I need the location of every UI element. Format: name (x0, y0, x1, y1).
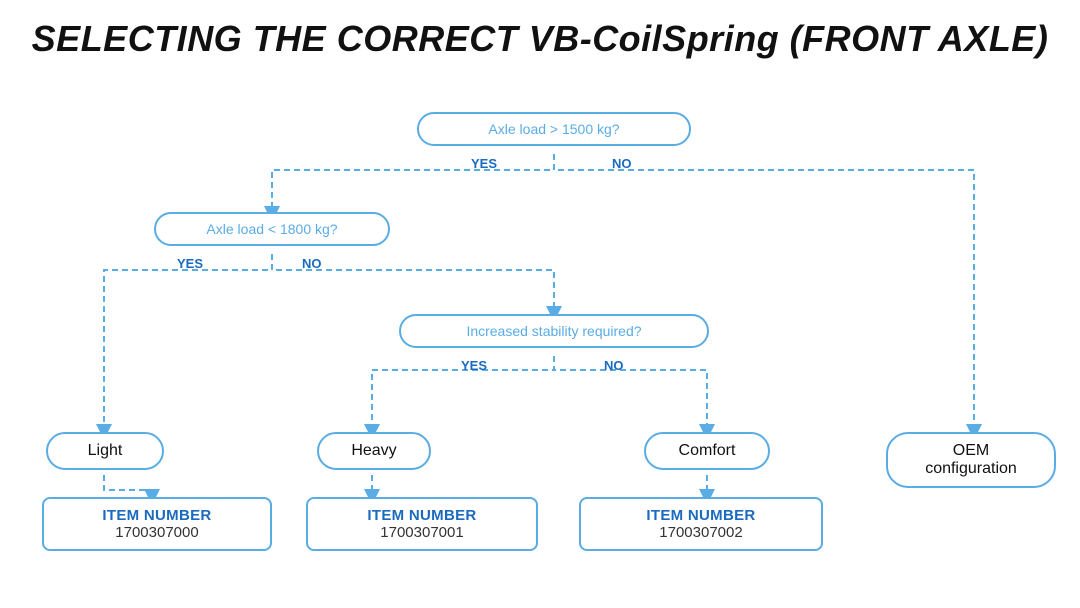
item-box-3: ITEM NUMBER 1700307002 (579, 497, 823, 551)
result-oem: OEM configuration (886, 432, 1056, 488)
item-1-number: 1700307000 (56, 524, 258, 541)
d3-yes-label: YES (461, 358, 487, 373)
d3-no-label: NO (604, 358, 624, 373)
d1-no-label: NO (612, 156, 632, 171)
item-2-label: ITEM NUMBER (320, 507, 524, 524)
item-3-number: 1700307002 (593, 524, 809, 541)
item-box-1: ITEM NUMBER 1700307000 (42, 497, 272, 551)
d2-yes-label: YES (177, 256, 203, 271)
item-2-number: 1700307001 (320, 524, 524, 541)
d2-no-label: NO (302, 256, 322, 271)
diagram: Axle load > 1500 kg? YES NO Axle load < … (24, 82, 1056, 562)
page-title: SELECTING THE CORRECT VB-CoilSpring (FRO… (24, 18, 1056, 60)
item-3-label: ITEM NUMBER (593, 507, 809, 524)
result-light: Light (46, 432, 164, 470)
item-box-2: ITEM NUMBER 1700307001 (306, 497, 538, 551)
decision-2: Axle load < 1800 kg? (154, 212, 390, 246)
item-1-label: ITEM NUMBER (56, 507, 258, 524)
result-comfort: Comfort (644, 432, 770, 470)
result-heavy: Heavy (317, 432, 431, 470)
page: SELECTING THE CORRECT VB-CoilSpring (FRO… (0, 0, 1080, 608)
decision-3: Increased stability required? (399, 314, 709, 348)
d1-yes-label: YES (471, 156, 497, 171)
decision-1: Axle load > 1500 kg? (417, 112, 691, 146)
